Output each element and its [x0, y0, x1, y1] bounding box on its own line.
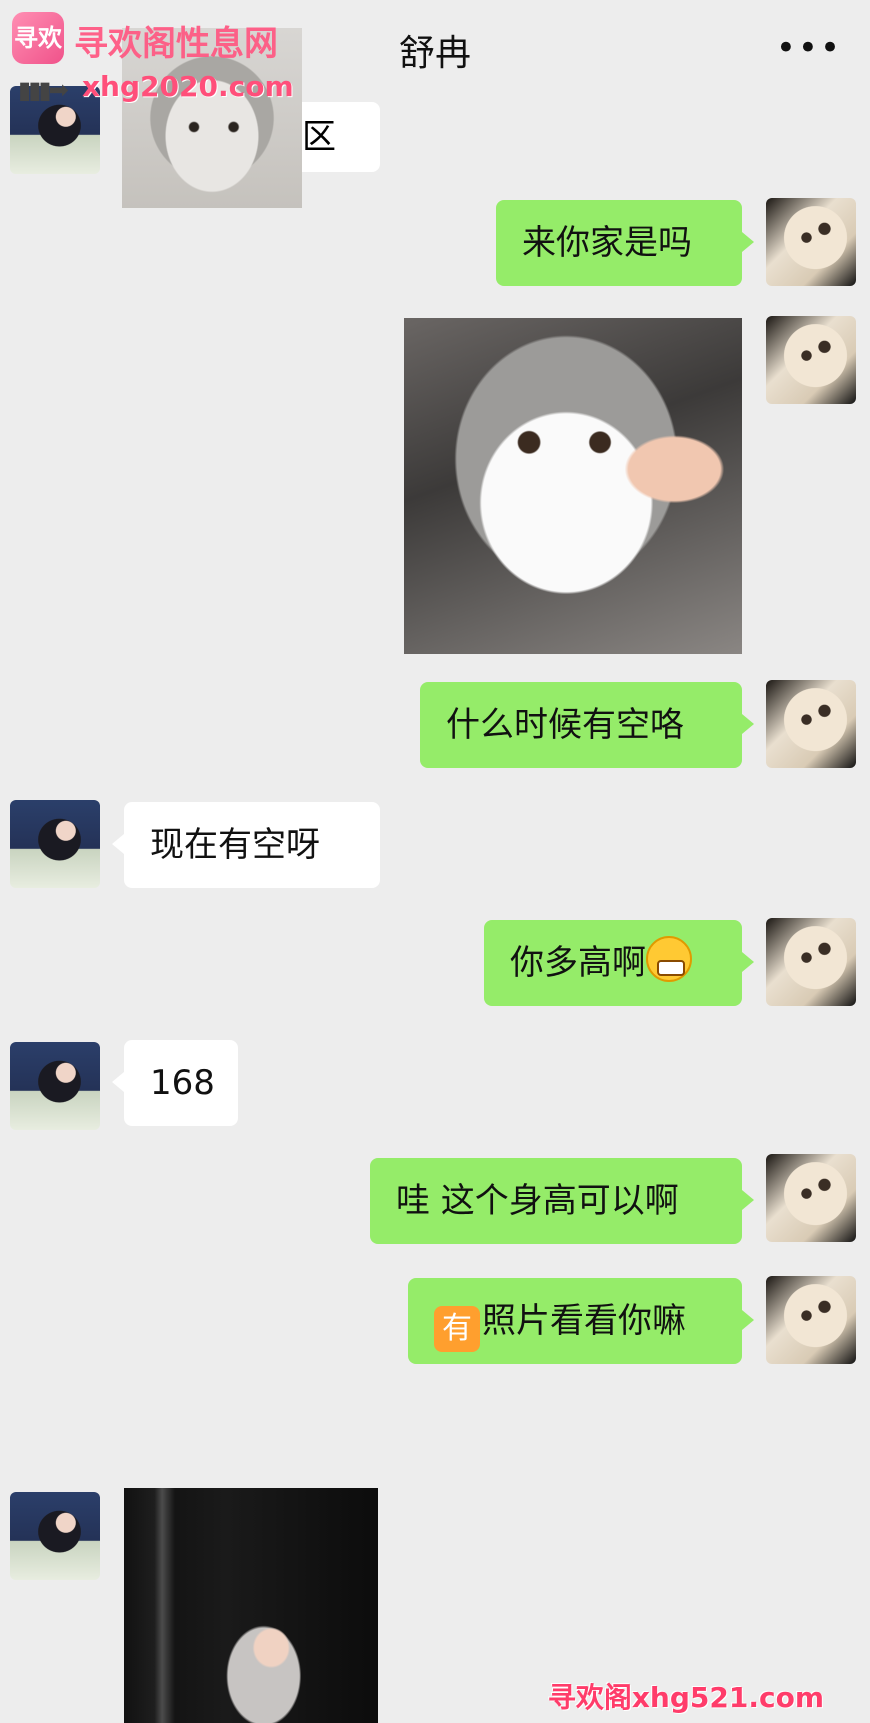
- message-text: 现在有空呀: [150, 825, 320, 865]
- my-avatar[interactable]: [766, 316, 856, 404]
- watermark-top: 寻欢 寻欢阁性息网 ▮▮▮➡ xhg2020.com: [10, 10, 300, 104]
- contact-avatar[interactable]: [10, 1042, 100, 1130]
- sent-message-bubble[interactable]: 哇 这个身高可以啊: [370, 1158, 754, 1244]
- sent-message-bubble[interactable]: 什么时候有空咯: [420, 682, 754, 768]
- watermark-bottom: 寻欢阁xhg521.com: [547, 1681, 824, 1714]
- you-emoji-icon: 有: [434, 1306, 480, 1352]
- contact-avatar[interactable]: [10, 1492, 100, 1580]
- chat-screen: ‹ 舒冉 ••• 区 寻欢 寻欢阁性息网 ▮▮▮➡ xhg2020.com 来你…: [0, 0, 870, 1723]
- message-text: 来你家是吗: [522, 223, 692, 263]
- watermark-site-name: 寻欢阁性息网: [74, 24, 278, 64]
- message-text: 你多高啊: [510, 943, 646, 983]
- my-avatar[interactable]: [766, 198, 856, 286]
- message-text: 什么时候有空咯: [446, 705, 684, 745]
- my-avatar[interactable]: [766, 1276, 856, 1364]
- grin-emoji-icon: [646, 936, 692, 982]
- my-avatar[interactable]: [766, 918, 856, 1006]
- message-text: 区: [302, 117, 336, 157]
- my-avatar[interactable]: [766, 680, 856, 768]
- contact-avatar[interactable]: [10, 800, 100, 888]
- sent-message-bubble[interactable]: 你多高啊: [484, 920, 754, 1006]
- received-message-bubble: 区: [302, 102, 380, 172]
- received-message-bubble[interactable]: 现在有空呀: [112, 802, 380, 888]
- received-photo[interactable]: [124, 1488, 378, 1723]
- sent-message-bubble[interactable]: 有照片看看你嘛: [408, 1278, 754, 1364]
- watermark-domain: xhg2020.com: [82, 70, 294, 103]
- more-options-icon[interactable]: •••: [776, 28, 842, 68]
- sent-cat-image[interactable]: [404, 318, 742, 654]
- message-text: 照片看看你嘛: [482, 1301, 686, 1341]
- my-avatar[interactable]: [766, 1154, 856, 1242]
- sent-message-bubble[interactable]: 来你家是吗: [496, 200, 754, 286]
- watermark-arrow-icon: ▮▮▮➡: [18, 76, 69, 104]
- watermark-logo: 寻欢: [12, 12, 64, 64]
- message-text: 168: [150, 1063, 215, 1103]
- message-text: 哇 这个身高可以啊: [396, 1181, 679, 1221]
- received-message-bubble[interactable]: 168: [112, 1040, 238, 1126]
